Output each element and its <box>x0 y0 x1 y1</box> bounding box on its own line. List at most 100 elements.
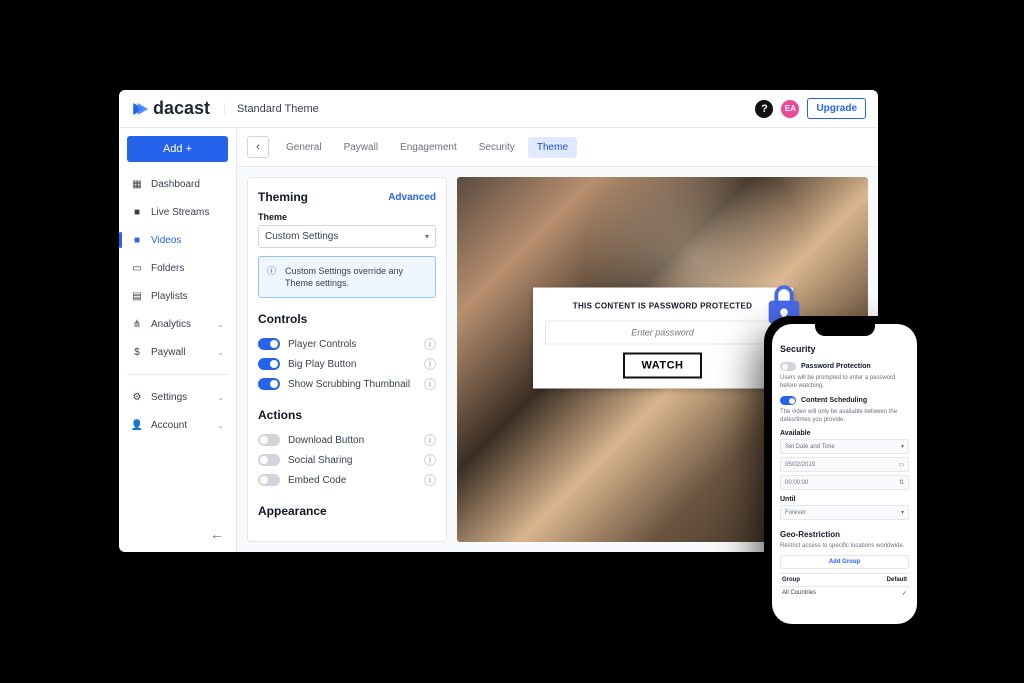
control-player-controls: Player Controls i <box>258 334 436 354</box>
sidebar-item-videos[interactable]: ■ Videos <box>127 228 228 252</box>
stepper-icon: ⇅ <box>899 479 904 486</box>
analytics-icon: ⋔ <box>131 318 143 330</box>
topbar: dacast Standard Theme ? EA Upgrade <box>119 90 878 128</box>
tab-security[interactable]: Security <box>470 137 524 158</box>
watch-button[interactable]: WATCH <box>623 352 701 378</box>
toggle-label: Download Button <box>288 435 416 446</box>
toggle-label: Player Controls <box>288 339 416 350</box>
col-group: Group <box>782 577 800 583</box>
password-protection-toggle[interactable] <box>780 362 796 371</box>
add-button[interactable]: Add + <box>127 136 228 162</box>
col-default: Default <box>887 577 907 583</box>
info-icon[interactable]: i <box>424 454 436 466</box>
password-input[interactable] <box>545 320 781 344</box>
sidebar-item-live-streams[interactable]: ■ Live Streams <box>127 200 228 224</box>
embed-code-toggle[interactable] <box>258 474 280 486</box>
brand-text: dacast <box>153 98 210 119</box>
sidebar-item-label: Account <box>151 420 187 431</box>
tab-general[interactable]: General <box>277 137 331 158</box>
sidebar-item-dashboard[interactable]: ▦ Dashboard <box>127 172 228 196</box>
camera-icon: ■ <box>131 206 143 218</box>
tab-paywall[interactable]: Paywall <box>335 137 387 158</box>
paywall-icon: $ <box>131 346 143 358</box>
toggle-label: Content Scheduling <box>801 397 867 404</box>
dashboard-icon: ▦ <box>131 178 143 190</box>
theming-title: Theming <box>258 190 308 204</box>
avatar[interactable]: EA <box>781 100 799 118</box>
sidebar-item-label: Folders <box>151 263 184 274</box>
sidebar-item-analytics[interactable]: ⋔ Analytics ⌄ <box>127 312 228 336</box>
select-value: Forever <box>785 510 806 516</box>
chevron-down-icon: ▾ <box>425 232 429 241</box>
breadcrumb: Standard Theme <box>224 103 319 115</box>
sidebar-item-paywall[interactable]: $ Paywall ⌄ <box>127 340 228 364</box>
tab-engagement[interactable]: Engagement <box>391 137 466 158</box>
until-label: Until <box>780 496 909 503</box>
phone-mockup: Security Password Protection Users will … <box>764 316 925 632</box>
geo-table-row[interactable]: All Countries ✓ <box>780 587 909 600</box>
chevron-down-icon: ⌄ <box>217 421 224 430</box>
folder-icon: ▭ <box>131 262 143 274</box>
theme-field-label: Theme <box>258 212 436 222</box>
chevron-down-icon: ▾ <box>901 443 904 450</box>
input-value: 05/02/2019 <box>785 462 815 468</box>
available-time-input[interactable]: 00:00:00 ⇅ <box>780 475 909 490</box>
sidebar-item-playlists[interactable]: ▤ Playlists <box>127 284 228 308</box>
available-date-input[interactable]: 05/02/2019 ▭ <box>780 457 909 472</box>
big-play-button-toggle[interactable] <box>258 358 280 370</box>
available-label: Available <box>780 430 909 437</box>
geo-table-header: Group Default <box>780 573 909 587</box>
info-icon[interactable]: i <box>424 474 436 486</box>
add-group-button[interactable]: Add Group <box>780 555 909 569</box>
control-big-play-button: Big Play Button i <box>258 354 436 374</box>
sidebar: Add + ▦ Dashboard ■ Live Streams ■ Video… <box>119 128 237 552</box>
upgrade-button[interactable]: Upgrade <box>807 98 866 119</box>
input-value: 00:00:00 <box>785 480 808 486</box>
theme-select-value: Custom Settings <box>265 231 338 242</box>
chevron-down-icon: ⌄ <box>217 320 224 329</box>
sidebar-item-account[interactable]: 👤 Account ⌄ <box>127 413 228 437</box>
calendar-icon: ▭ <box>898 461 904 468</box>
available-mode-select[interactable]: Set Date and Time▾ <box>780 439 909 454</box>
geo-description: Restrict access to specific locations wo… <box>780 543 909 551</box>
sidebar-item-label: Paywall <box>151 347 185 358</box>
phone-screen: Security Password Protection Users will … <box>772 324 917 624</box>
info-icon[interactable]: i <box>424 378 436 390</box>
help-icon[interactable]: ? <box>755 100 773 118</box>
brand-logo-icon <box>131 100 149 118</box>
sidebar-item-label: Dashboard <box>151 179 200 190</box>
sidebar-item-folders[interactable]: ▭ Folders <box>127 256 228 280</box>
content-scheduling-toggle[interactable] <box>780 396 796 405</box>
player-controls-toggle[interactable] <box>258 338 280 350</box>
until-select[interactable]: Forever▾ <box>780 505 909 520</box>
back-button[interactable]: ‹ <box>247 136 269 158</box>
tabsbar: ‹ General Paywall Engagement Security Th… <box>237 128 878 167</box>
password-description: Users will be prompted to enter a passwo… <box>780 375 909 390</box>
scheduling-description: The video will only be available between… <box>780 409 909 424</box>
toggle-label: Show Scrubbing Thumbnail <box>288 379 416 390</box>
collapse-sidebar-icon[interactable]: ← <box>206 522 228 546</box>
sidebar-item-settings[interactable]: ⚙ Settings ⌄ <box>127 385 228 409</box>
overlay-title: THIS CONTENT IS PASSWORD PROTECTED <box>545 301 781 310</box>
chevron-down-icon: ⌄ <box>217 348 224 357</box>
person-icon: 👤 <box>131 419 143 431</box>
social-sharing-toggle[interactable] <box>258 454 280 466</box>
actions-heading: Actions <box>258 408 436 422</box>
phone-notch <box>815 324 875 336</box>
sidebar-item-label: Playlists <box>151 291 188 302</box>
scrubbing-thumbnail-toggle[interactable] <box>258 378 280 390</box>
tab-theme[interactable]: Theme <box>528 137 577 158</box>
chevron-down-icon: ⌄ <box>217 393 224 402</box>
advanced-link[interactable]: Advanced <box>388 192 436 203</box>
sidebar-item-label: Videos <box>151 235 181 246</box>
info-icon[interactable]: i <box>424 358 436 370</box>
brand-logo[interactable]: dacast <box>131 98 210 119</box>
info-icon[interactable]: i <box>424 434 436 446</box>
action-download-button: Download Button i <box>258 430 436 450</box>
theme-select[interactable]: Custom Settings ▾ <box>258 225 436 248</box>
row-default-check: ✓ <box>902 590 907 597</box>
action-social-sharing: Social Sharing i <box>258 450 436 470</box>
info-icon[interactable]: i <box>424 338 436 350</box>
theme-info-box: ⓘ Custom Settings override any Theme set… <box>258 256 436 298</box>
download-button-toggle[interactable] <box>258 434 280 446</box>
